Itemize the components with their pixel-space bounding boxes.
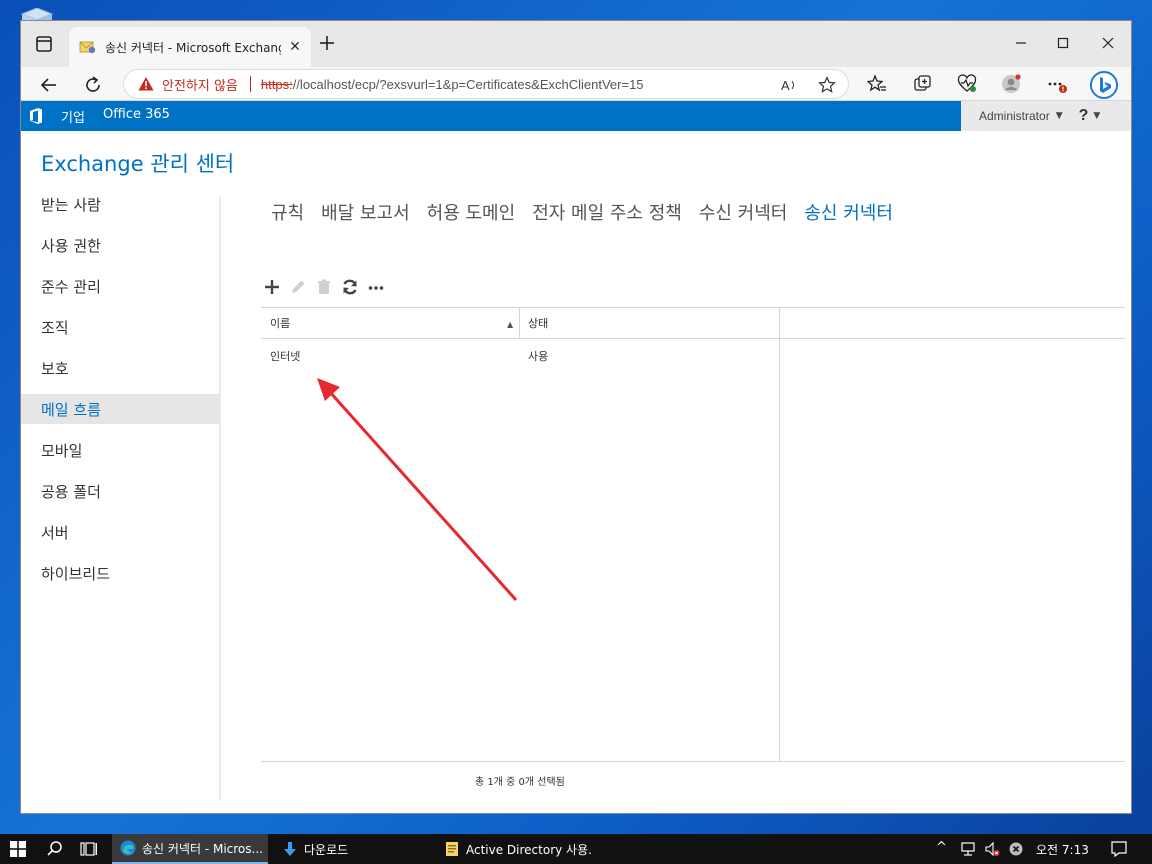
url-separator: [249, 76, 251, 92]
tab-rules[interactable]: 규칙: [271, 199, 304, 225]
read-aloud-icon[interactable]: A: [780, 76, 798, 94]
maximize-icon[interactable]: [1051, 33, 1075, 53]
office-logo-icon[interactable]: [29, 108, 43, 124]
nav-item-compliance[interactable]: 준수 관리: [21, 271, 219, 301]
browser-window: 송신 커넥터 - Microsoft Exchange ✕ 안전하지 않음 ht…: [20, 20, 1132, 814]
mail-flow-tabs: 규칙 배달 보고서 허용 도메인 전자 메일 주소 정책 수신 커넥터 송신 커…: [271, 199, 910, 225]
svg-text:A: A: [781, 78, 790, 93]
tab-email-address-policies[interactable]: 전자 메일 주소 정책: [532, 199, 682, 225]
taskbar-app-active-directory[interactable]: Active Directory 사용...: [436, 834, 592, 864]
active-directory-icon: [446, 842, 458, 856]
favorite-star-icon[interactable]: [818, 76, 836, 94]
nav-item-recipients[interactable]: 받는 사람: [21, 189, 219, 219]
nav-item-hybrid[interactable]: 하이브리드: [21, 558, 219, 588]
list-toolbar: [263, 278, 393, 296]
nav-item-mobile[interactable]: 모바일: [21, 435, 219, 465]
tab-title: 송신 커넥터 - Microsoft Exchange: [105, 40, 281, 55]
browser-tab-active[interactable]: 송신 커넥터 - Microsoft Exchange ✕: [69, 27, 311, 67]
more-options-icon[interactable]: [1047, 74, 1067, 94]
row-name[interactable]: 인터넷: [270, 348, 300, 364]
new-tab-icon[interactable]: [317, 33, 337, 53]
exchange-favicon-icon: [79, 41, 96, 54]
taskbar-app-edge[interactable]: 송신 커넥터 - Micros...: [112, 834, 268, 864]
tab-receive-connectors[interactable]: 수신 커넥터: [699, 199, 788, 225]
details-pane-divider: [779, 339, 780, 761]
send-connectors-grid: 이름 ▲ 상태 인터넷 사용: [261, 307, 1125, 761]
search-icon[interactable]: [46, 840, 64, 858]
url-input[interactable]: 안전하지 않음 https: //localhost/ecp/?exsvurl=…: [123, 69, 849, 99]
favorites-icon[interactable]: [867, 74, 887, 94]
nav-divider: [219, 196, 221, 800]
refresh-icon[interactable]: [83, 75, 103, 95]
user-menu: Administrator ▼ ? ▼: [961, 101, 1131, 131]
add-icon[interactable]: [263, 278, 281, 296]
nav-item-public-folders[interactable]: 공용 폴더: [21, 476, 219, 506]
security-warning[interactable]: 안전하지 않음: [162, 75, 238, 94]
collections-icon[interactable]: [913, 74, 933, 94]
tab-delivery-reports[interactable]: 배달 보고서: [321, 199, 410, 225]
column-separator[interactable]: [779, 308, 780, 338]
tab-accepted-domains[interactable]: 허용 도메인: [427, 199, 516, 225]
help-button[interactable]: ?: [1079, 107, 1089, 125]
address-bar: 안전하지 않음 https: //localhost/ecp/?exsvurl=…: [21, 67, 1131, 101]
tab-strip: 송신 커넥터 - Microsoft Exchange ✕: [21, 21, 1131, 67]
nav-item-mail-flow[interactable]: 메일 흐름: [21, 394, 219, 424]
page-title: Exchange 관리 센터: [41, 152, 235, 176]
nav-item-protection[interactable]: 보호: [21, 353, 219, 383]
refresh-list-icon[interactable]: [341, 278, 359, 296]
column-header-name[interactable]: 이름: [261, 308, 519, 338]
nav-item-permissions[interactable]: 사용 권한: [21, 230, 219, 260]
grid-footer-divider: [261, 761, 1125, 762]
user-name[interactable]: Administrator: [979, 109, 1050, 123]
taskbar-app-label: 송신 커넥터 - Micros...: [142, 841, 263, 856]
user-caret-icon[interactable]: ▼: [1056, 111, 1063, 121]
notification-center-icon[interactable]: [1110, 840, 1128, 858]
delete-trash-icon[interactable]: [315, 278, 333, 296]
column-header-status[interactable]: 상태: [519, 308, 779, 338]
error-status-icon[interactable]: [1008, 840, 1024, 858]
back-arrow-icon[interactable]: [39, 75, 59, 95]
warning-triangle-icon[interactable]: [138, 76, 154, 92]
nav-item-organization[interactable]: 조직: [21, 312, 219, 342]
url-scheme: https:: [260, 76, 293, 92]
tab-actions-icon[interactable]: [35, 35, 53, 53]
tab-send-connectors[interactable]: 송신 커넥터: [804, 199, 893, 225]
taskbar-app-downloads[interactable]: 다운로드: [274, 834, 430, 864]
more-actions-icon[interactable]: [367, 278, 385, 296]
table-row[interactable]: 인터넷 사용: [261, 345, 779, 367]
close-window-icon[interactable]: [1096, 33, 1120, 53]
volume-muted-icon[interactable]: [984, 840, 1000, 858]
left-navigation: 받는 사람 사용 권한 준수 관리 조직 보호 메일 흐름 모바일 공용 폴더 …: [21, 189, 219, 599]
grid-header: 이름 ▲ 상태: [261, 307, 1125, 339]
profile-avatar-icon[interactable]: [1001, 74, 1021, 94]
o365-suite-bar: 기업 Office 365 Administrator ▼ ? ▼: [21, 101, 1131, 131]
windows-taskbar: 송신 커넥터 - Micros... 다운로드 Active Directory…: [0, 834, 1152, 864]
edge-browser-icon: [120, 840, 136, 856]
selection-status: 총 1개 중 0개 선택됨: [475, 777, 565, 788]
windows-start-icon[interactable]: [10, 841, 26, 857]
show-hidden-icons-icon[interactable]: ^: [936, 840, 952, 858]
download-arrow-icon: [284, 842, 296, 856]
clock[interactable]: 오전 7:13: [1036, 841, 1089, 858]
browser-essentials-icon[interactable]: [957, 74, 977, 94]
help-caret-icon[interactable]: ▼: [1093, 111, 1100, 121]
edit-pencil-icon[interactable]: [289, 278, 307, 296]
enterprise-link[interactable]: 기업: [61, 107, 85, 126]
office365-link[interactable]: Office 365: [103, 107, 170, 122]
minimize-icon[interactable]: [1009, 33, 1033, 53]
network-icon[interactable]: [960, 840, 976, 858]
sort-ascending-icon[interactable]: ▲: [507, 320, 513, 329]
url-path: //localhost/ecp/?exsvurl=1&p=Certificate…: [292, 76, 644, 92]
task-view-icon[interactable]: [80, 840, 98, 858]
tab-close-icon[interactable]: ✕: [287, 39, 303, 55]
bing-chat-icon[interactable]: [1089, 70, 1119, 100]
taskbar-app-label: Active Directory 사용...: [466, 842, 592, 857]
taskbar-app-label: 다운로드: [304, 842, 349, 857]
row-status[interactable]: 사용: [528, 348, 548, 364]
nav-item-servers[interactable]: 서버: [21, 517, 219, 547]
